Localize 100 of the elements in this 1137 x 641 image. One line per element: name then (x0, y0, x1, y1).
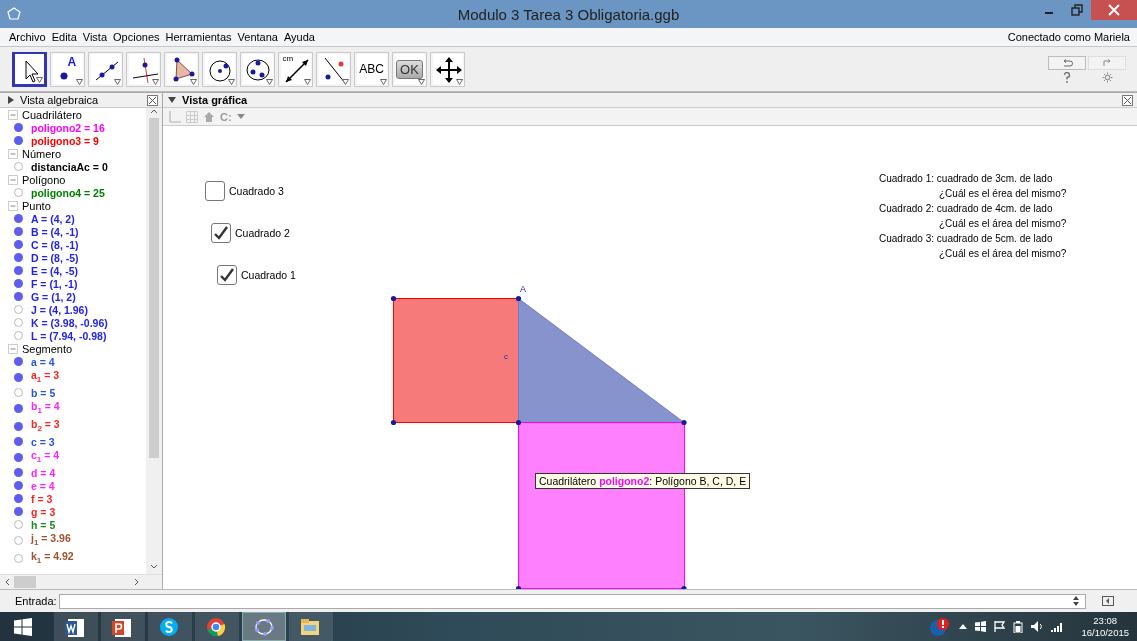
dropdown-triangle-icon[interactable] (380, 78, 387, 85)
menu-item[interactable]: Edita (51, 31, 77, 43)
dropdown-triangle-icon[interactable] (76, 78, 83, 85)
dropdown-triangle-icon[interactable] (304, 78, 311, 85)
algebra-entry[interactable]: g = 3 (31, 505, 56, 518)
button-tool-button[interactable]: OK (392, 51, 427, 87)
battery-icon[interactable] (1013, 620, 1024, 633)
geometry-app-icon[interactable] (254, 616, 274, 637)
windows-icon[interactable] (975, 621, 987, 632)
scroll-up-icon[interactable] (150, 108, 158, 114)
folder-app-icon[interactable] (299, 616, 320, 637)
scroll-right-icon[interactable] (134, 578, 140, 586)
visibility-toggle[interactable] (14, 266, 23, 275)
visibility-toggle[interactable] (14, 279, 23, 288)
algebra-entry[interactable]: F = (1, -1) (31, 277, 78, 290)
visibility-toggle[interactable] (14, 357, 23, 366)
windows-start-icon[interactable] (14, 617, 32, 636)
algebra-entry[interactable]: D = (8, -5) (31, 251, 79, 264)
visibility-toggle[interactable] (14, 136, 23, 145)
dropdown-triangle-icon[interactable] (114, 78, 121, 85)
algebra-entry[interactable]: poligono3 = 9 (31, 134, 99, 147)
visibility-toggle[interactable] (14, 331, 23, 340)
visibility-toggle[interactable] (14, 437, 23, 446)
visibility-toggle[interactable] (14, 240, 23, 249)
algebra-entry[interactable]: J = (4, 1.96) (31, 303, 88, 316)
expand-triangle-icon[interactable] (8, 96, 14, 104)
visibility-toggle[interactable] (14, 403, 23, 413)
clock-date[interactable]: 16/10/2015 (1081, 626, 1129, 639)
algebra-entry[interactable]: f = 3 (31, 492, 53, 505)
algebra-entry[interactable]: L = (7.94, -0.98) (31, 329, 107, 342)
algebra-entry[interactable]: j$_{1}$ = 3.96 (31, 532, 71, 548)
visibility-toggle[interactable] (14, 535, 23, 545)
menu-item[interactable]: Archivo (9, 31, 46, 43)
visibility-toggle[interactable] (14, 188, 23, 197)
measure-tool-button[interactable]: cm (278, 51, 313, 87)
algebra-entry[interactable]: K = (3.98, -0.96) (31, 316, 108, 329)
visibility-toggle[interactable] (14, 372, 23, 382)
dropdown-triangle-icon[interactable] (342, 78, 349, 85)
visibility-toggle[interactable] (14, 227, 23, 236)
checkbox[interactable] (205, 181, 225, 201)
algebra-entry[interactable]: C = (8, -1) (31, 238, 79, 251)
algebra-entry[interactable]: c = 3 (31, 435, 55, 448)
visibility-toggle[interactable] (14, 388, 23, 397)
keyboard-toggle-icon[interactable] (1102, 596, 1114, 606)
menu-item[interactable]: Ventana (237, 31, 278, 43)
spinner-icon[interactable] (1073, 596, 1079, 606)
close-icon[interactable] (1122, 94, 1133, 106)
dropdown-triangle-icon[interactable] (228, 78, 235, 85)
visibility-toggle[interactable] (14, 507, 23, 516)
dropdown-triangle-icon[interactable] (418, 78, 425, 85)
text-tool-button[interactable]: ABC (354, 51, 389, 87)
visibility-toggle[interactable] (14, 253, 23, 262)
undo-icon[interactable] (1061, 58, 1073, 67)
dropdown-triangle-icon[interactable] (36, 76, 43, 83)
menu-item[interactable]: Vista (82, 31, 108, 43)
collapse-triangle-icon[interactable] (168, 97, 176, 103)
checked-checkbox[interactable] (211, 223, 231, 243)
vertical-scrollbar[interactable] (146, 108, 162, 574)
algebra-entry[interactable]: b = 5 (31, 386, 56, 399)
algebra-entry[interactable]: k$_{1}$ = 4.92 (31, 550, 74, 566)
flag-icon[interactable] (994, 621, 1006, 632)
restore-icon[interactable] (1071, 4, 1083, 16)
menu-item[interactable]: Ayuda (283, 31, 315, 43)
settings-icon[interactable] (1101, 71, 1113, 83)
scroll-left-icon[interactable] (4, 578, 10, 586)
visibility-toggle[interactable] (14, 123, 23, 132)
presentation-app-icon[interactable] (111, 616, 132, 637)
point-tool-button[interactable]: A (50, 51, 85, 87)
scroll-down-icon[interactable] (150, 564, 158, 570)
triangle[interactable] (518, 298, 685, 423)
algebra-entry[interactable]: distanciaAc = 0 (31, 160, 108, 173)
algebra-entry[interactable]: a$_{1}$ = 3 (31, 369, 60, 385)
dropdown-triangle-icon[interactable] (152, 78, 159, 85)
dropdown-triangle-icon[interactable] (266, 78, 273, 85)
visibility-toggle[interactable] (14, 520, 23, 529)
algebra-entry[interactable]: G = (1, 2) (31, 290, 76, 303)
algebra-entry[interactable]: b$_{2}$ = 3 (31, 418, 60, 434)
algebra-entry[interactable]: E = (4, -5) (31, 264, 78, 277)
browser-app-icon[interactable] (205, 616, 226, 637)
visibility-toggle[interactable] (14, 292, 23, 301)
visibility-toggle[interactable] (14, 452, 23, 462)
algebra-entry[interactable]: a = 4 (31, 355, 55, 368)
horizontal-scrollbar[interactable] (0, 574, 162, 589)
menu-item[interactable]: Herramientas (165, 31, 232, 43)
visibility-toggle[interactable] (14, 553, 23, 563)
input-field[interactable] (58, 593, 1086, 609)
visibility-toggle[interactable] (14, 162, 23, 171)
show-hidden-icon[interactable] (959, 624, 968, 629)
clock-time[interactable]: 23:08 (1093, 614, 1118, 627)
algebra-entry[interactable]: h = 5 (31, 518, 56, 531)
scrollbar-thumb[interactable] (149, 118, 159, 458)
algebra-entry[interactable]: B = (4, -1) (31, 225, 79, 238)
visibility-toggle[interactable] (14, 468, 23, 477)
menu-item[interactable]: Opciones (113, 31, 160, 43)
algebra-entry[interactable]: A = (4, 2) (31, 212, 75, 225)
algebra-entry[interactable]: poligono4 = 25 (31, 186, 105, 199)
word-app-icon[interactable] (64, 616, 85, 637)
chat-app-icon[interactable] (158, 616, 179, 637)
scrollbar-thumb[interactable] (14, 576, 36, 588)
dropdown-triangle-icon[interactable] (456, 78, 463, 85)
